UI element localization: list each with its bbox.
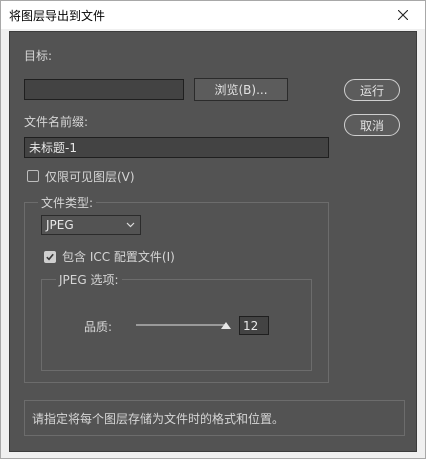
target-label: 目标: (24, 49, 53, 63)
description-text: 请指定将每个图层存储为文件时的格式和位置。 (32, 412, 285, 426)
close-icon (398, 10, 408, 20)
dialog-window: 将图层导出到文件 目标: 浏览(B)... 运行 取消 文件名前缀: 仅限可见图… (0, 0, 426, 459)
cancel-button[interactable]: 取消 (344, 114, 400, 136)
chevron-down-icon (126, 222, 135, 228)
window-title: 将图层导出到文件 (9, 9, 106, 23)
quality-input[interactable] (239, 316, 269, 335)
checkmark-icon (46, 253, 54, 261)
visible-only-label: 仅限可见图层(V) (45, 170, 135, 184)
file-type-select[interactable]: JPEG (41, 215, 141, 235)
quality-slider-track (136, 324, 226, 326)
include-icc-label: 包含 ICC 配置文件(I) (62, 250, 175, 264)
include-icc-checkbox[interactable] (44, 251, 56, 263)
target-path-input[interactable] (24, 79, 184, 100)
prefix-label: 文件名前缀: (24, 115, 89, 129)
jpeg-options-group-title: JPEG 选项: (56, 271, 122, 288)
dialog-panel: 目标: 浏览(B)... 运行 取消 文件名前缀: 仅限可见图层(V) 文件类型… (9, 31, 417, 452)
browse-button[interactable]: 浏览(B)... (194, 78, 288, 101)
visible-only-checkbox[interactable] (27, 170, 39, 182)
title-bar: 将图层导出到文件 (1, 1, 425, 29)
quality-slider[interactable] (134, 317, 231, 333)
prefix-input[interactable] (24, 137, 329, 158)
file-type-selected: JPEG (46, 218, 74, 232)
run-button[interactable]: 运行 (344, 79, 400, 101)
close-button[interactable] (381, 1, 425, 29)
quality-slider-thumb[interactable] (221, 322, 231, 329)
file-type-group-title: 文件类型: (38, 194, 97, 211)
quality-label: 品质: (84, 320, 113, 334)
